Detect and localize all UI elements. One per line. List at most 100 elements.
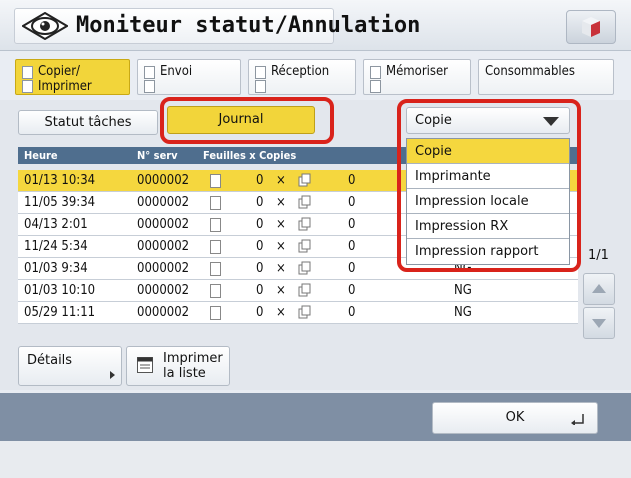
details-label: Détails [27,353,73,368]
serv-cell: 0000002 [137,217,190,232]
multiply-sign: × [276,217,286,232]
serv-cell: 0000002 [137,195,190,210]
tab-label: Mémoriser [386,64,448,79]
sheet-icon [210,284,221,298]
tab-memoriser[interactable]: Mémoriser [363,59,471,95]
dropdown-list: Copie Imprimante Impression locale Impre… [406,138,570,265]
column-header: Feuilles x Copies [203,149,297,162]
tab-consommables[interactable]: Consommables [478,59,614,95]
dropdown-option[interactable]: Impression RX [407,214,569,239]
serv-cell: 0000002 [137,173,190,188]
print-list-label: la liste [163,366,206,381]
status-taches-label: Statut tâches [44,115,132,130]
scroll-up-button[interactable] [583,273,615,305]
tab-indicator [255,80,266,93]
print-list-label: Imprimer [163,351,223,366]
tab-label: Réception [271,64,330,79]
page-title: Moniteur statut/Annulation [76,13,421,38]
dropdown-option[interactable]: Imprimante [407,164,569,189]
journal-label: Journal [218,112,264,127]
table-row[interactable]: 01/03 10:10 0000002 0 × 0 NG [18,280,578,302]
ok-label: OK [505,410,525,425]
print-list-button[interactable]: Imprimer la liste [126,346,230,386]
sheets-cell: 0 [256,195,264,210]
triangle-down-icon [592,319,606,328]
sheet-icon [210,196,221,210]
copies-icon [298,173,311,187]
chevron-down-icon [543,117,559,126]
page-indicator: 1/1 [588,248,609,263]
tab-envoi[interactable]: Envoi [137,59,241,95]
copies-icon [298,283,311,297]
chevron-right-icon [110,371,115,379]
sheets-cell: 0 [256,261,264,276]
multiply-sign: × [276,283,286,298]
time-cell: 01/03 9:34 [24,261,88,276]
details-button[interactable]: Détails [18,346,122,386]
ok-button[interactable]: OK [432,402,598,434]
select-value: Copie [415,113,452,128]
table-row[interactable]: 05/29 11:11 0000002 0 × 0 NG [18,302,578,324]
tab-label: Copier/ [38,64,80,79]
result-cell: NG [454,283,472,298]
dropdown-option[interactable]: Copie [407,139,569,164]
multiply-sign: × [276,239,286,254]
enter-icon [571,414,584,425]
tab-label: Imprimer [38,79,92,94]
sheets-cell: 0 [256,283,264,298]
time-cell: 11/24 5:34 [24,239,88,254]
sheets-cell: 0 [256,305,264,320]
copies-cell: 0 [348,283,356,298]
serv-cell: 0000002 [137,283,190,298]
sheet-icon [210,262,221,276]
tab-reception[interactable]: Réception [248,59,356,95]
time-cell: 05/29 11:11 [24,305,96,320]
multiply-sign: × [276,173,286,188]
copies-icon [298,239,311,253]
sheets-cell: 0 [256,173,264,188]
serv-cell: 0000002 [137,305,190,320]
cube-icon [582,17,600,37]
print-type-select[interactable]: Copie [406,107,570,134]
tab-label: Envoi [160,64,193,79]
copies-icon [298,261,311,275]
sheet-icon [210,306,221,320]
serv-cell: 0000002 [137,239,190,254]
sheet-icon [210,240,221,254]
tab-indicator [22,66,33,79]
tab-indicator [370,66,381,79]
sheets-cell: 0 [256,217,264,232]
copies-cell: 0 [348,217,356,232]
eye-icon [21,11,69,41]
serv-cell: 0000002 [137,261,190,276]
menu-button[interactable] [566,10,616,44]
copies-cell: 0 [348,261,356,276]
time-cell: 04/13 2:01 [24,217,88,232]
journal-button[interactable]: Journal [167,106,315,134]
dropdown-option[interactable]: Impression rapport [407,239,569,264]
sheet-icon [210,174,221,188]
time-cell: 01/03 10:10 [24,283,96,298]
status-taches-button[interactable]: Statut tâches [18,110,158,135]
scroll-down-button[interactable] [583,307,615,339]
copies-icon [298,305,311,319]
tab-indicator [370,80,381,93]
tab-label: Consommables [485,64,575,79]
tab-indicator [144,66,155,79]
tab-indicator [255,66,266,79]
dropdown-option[interactable]: Impression locale [407,189,569,214]
sheets-cell: 0 [256,239,264,254]
footer-area [0,441,631,478]
column-header: Heure [24,149,58,162]
sheet-icon [210,218,221,232]
triangle-up-icon [592,284,606,293]
multiply-sign: × [276,305,286,320]
list-icon [137,357,153,373]
tab-indicator [144,80,155,93]
column-header: N° serv [137,149,178,162]
copies-cell: 0 [348,305,356,320]
multiply-sign: × [276,195,286,210]
copies-cell: 0 [348,195,356,210]
result-cell: NG [454,305,472,320]
tab-copier-imprimer[interactable]: Copier/Imprimer [15,59,130,95]
